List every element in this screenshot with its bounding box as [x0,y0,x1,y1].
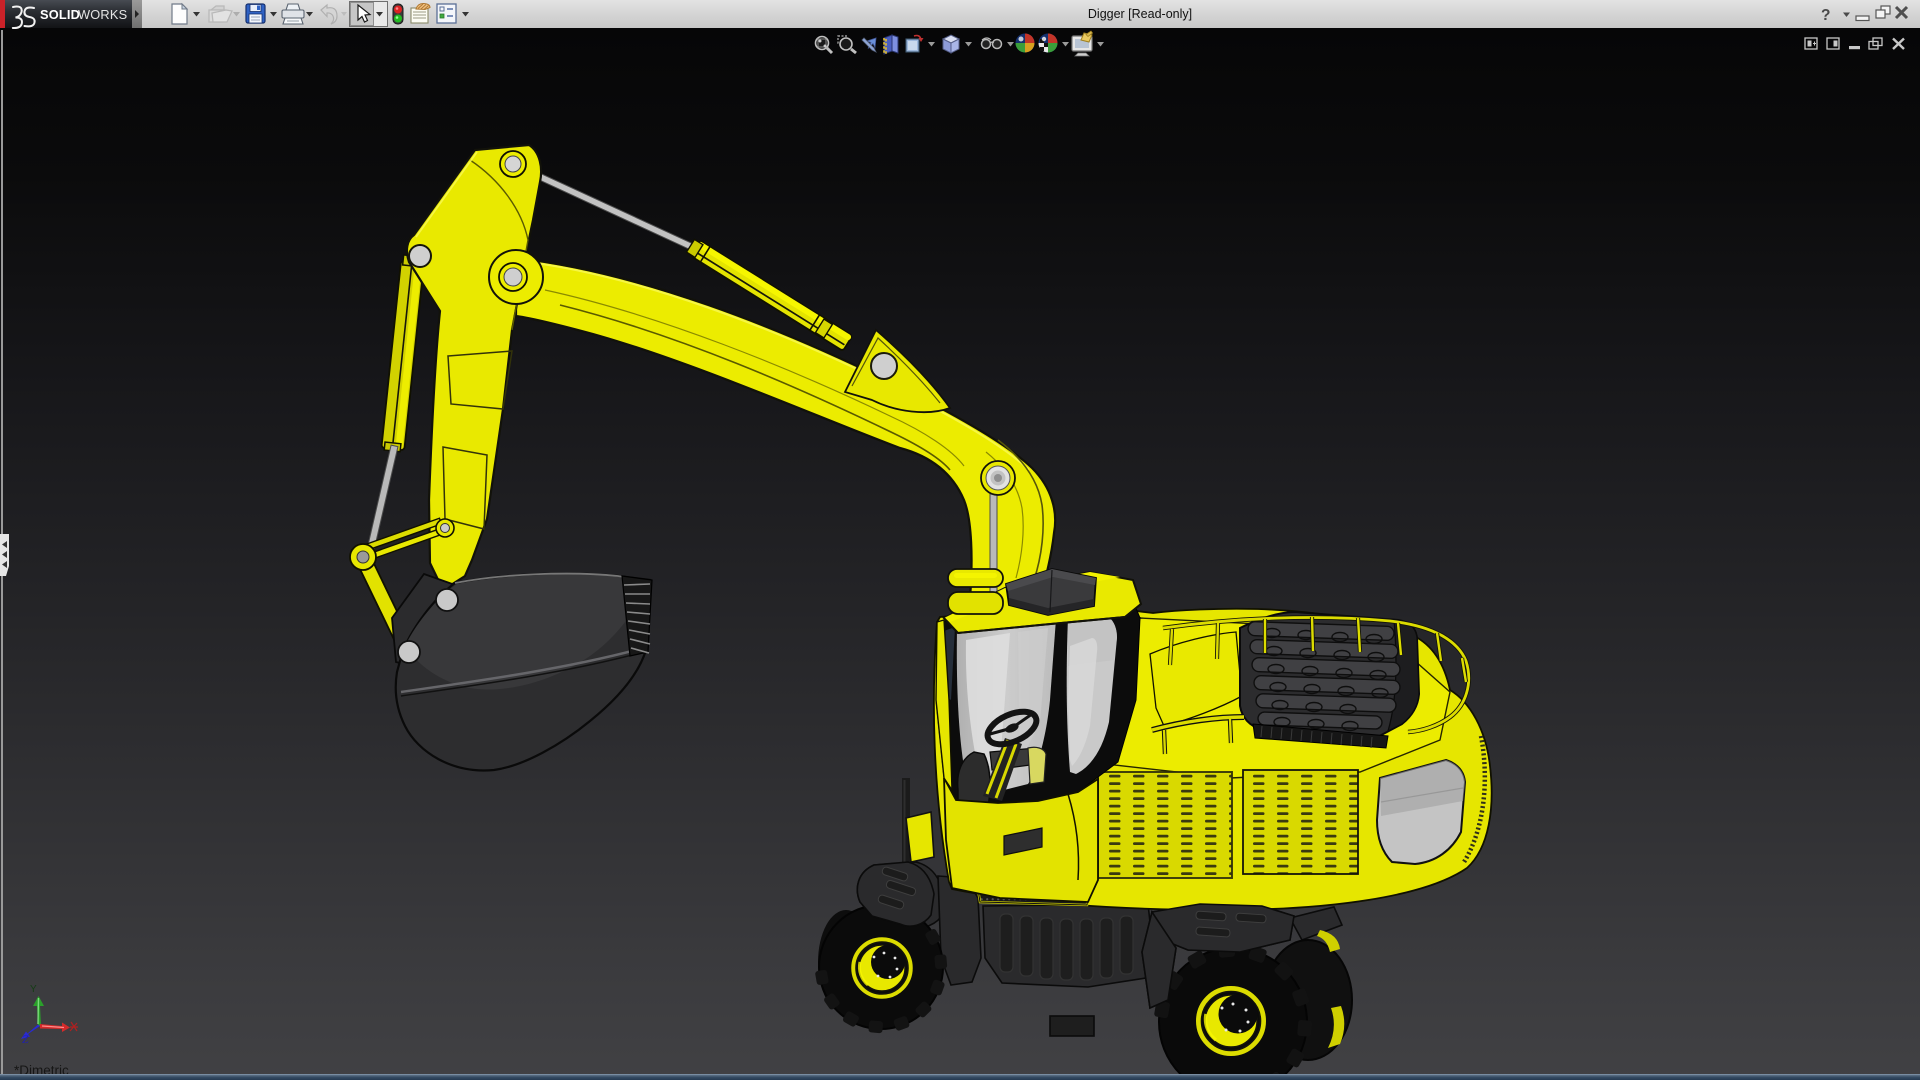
svg-text:Y: Y [30,984,37,995]
svg-text:Z: Z [22,1032,29,1046]
